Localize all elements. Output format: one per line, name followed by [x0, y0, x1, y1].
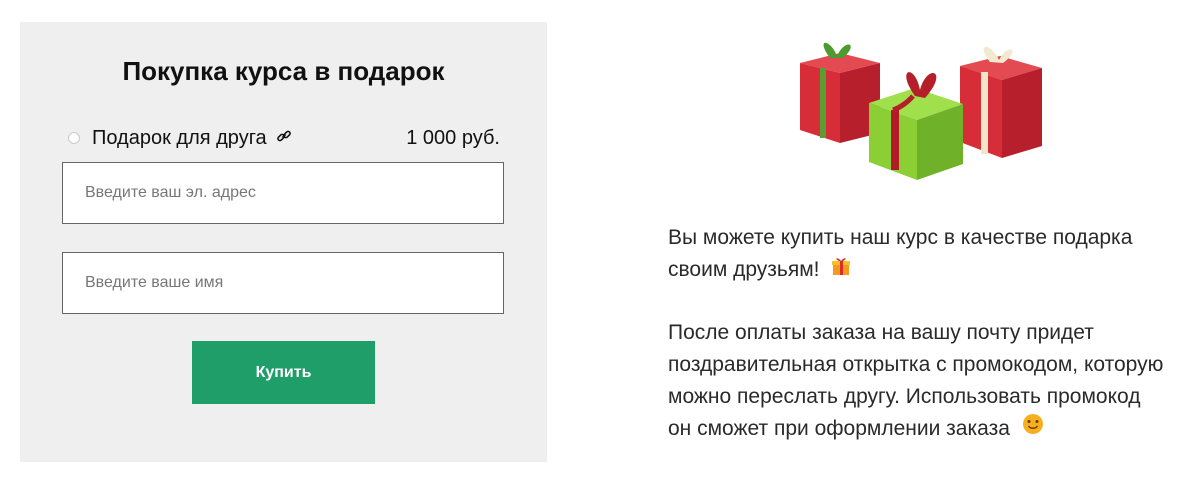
- name-input[interactable]: [62, 252, 504, 314]
- gift-option-radio[interactable]: [68, 132, 80, 144]
- smile-emoji-icon: [1022, 413, 1044, 445]
- info-paragraph-1-text: Вы можете купить наш курс в качестве под…: [668, 226, 1133, 281]
- link-icon: [276, 127, 292, 150]
- info-paragraph-2-text: После оплаты заказа на вашу почту придет…: [668, 321, 1164, 440]
- buy-button[interactable]: Купить: [192, 341, 375, 404]
- gift-purchase-panel: Покупка курса в подарок Подарок для друг…: [20, 22, 547, 462]
- gift-option-label: Подарок для друга: [92, 127, 292, 150]
- gift-option-price: 1 000 руб.: [406, 127, 500, 149]
- panel-title: Покупка курса в подарок: [122, 56, 445, 86]
- gift-option-row[interactable]: Подарок для друга 1 000 руб.: [68, 124, 500, 154]
- gift-option-text: Подарок для друга: [92, 127, 267, 149]
- email-input[interactable]: [62, 162, 504, 224]
- info-paragraph-1: Вы можете купить наш курс в качестве под…: [668, 222, 1168, 286]
- gift-emoji-icon: [831, 254, 851, 286]
- gift-boxes-image: [795, 38, 1047, 188]
- info-paragraph-2: После оплаты заказа на вашу почту придет…: [668, 317, 1168, 445]
